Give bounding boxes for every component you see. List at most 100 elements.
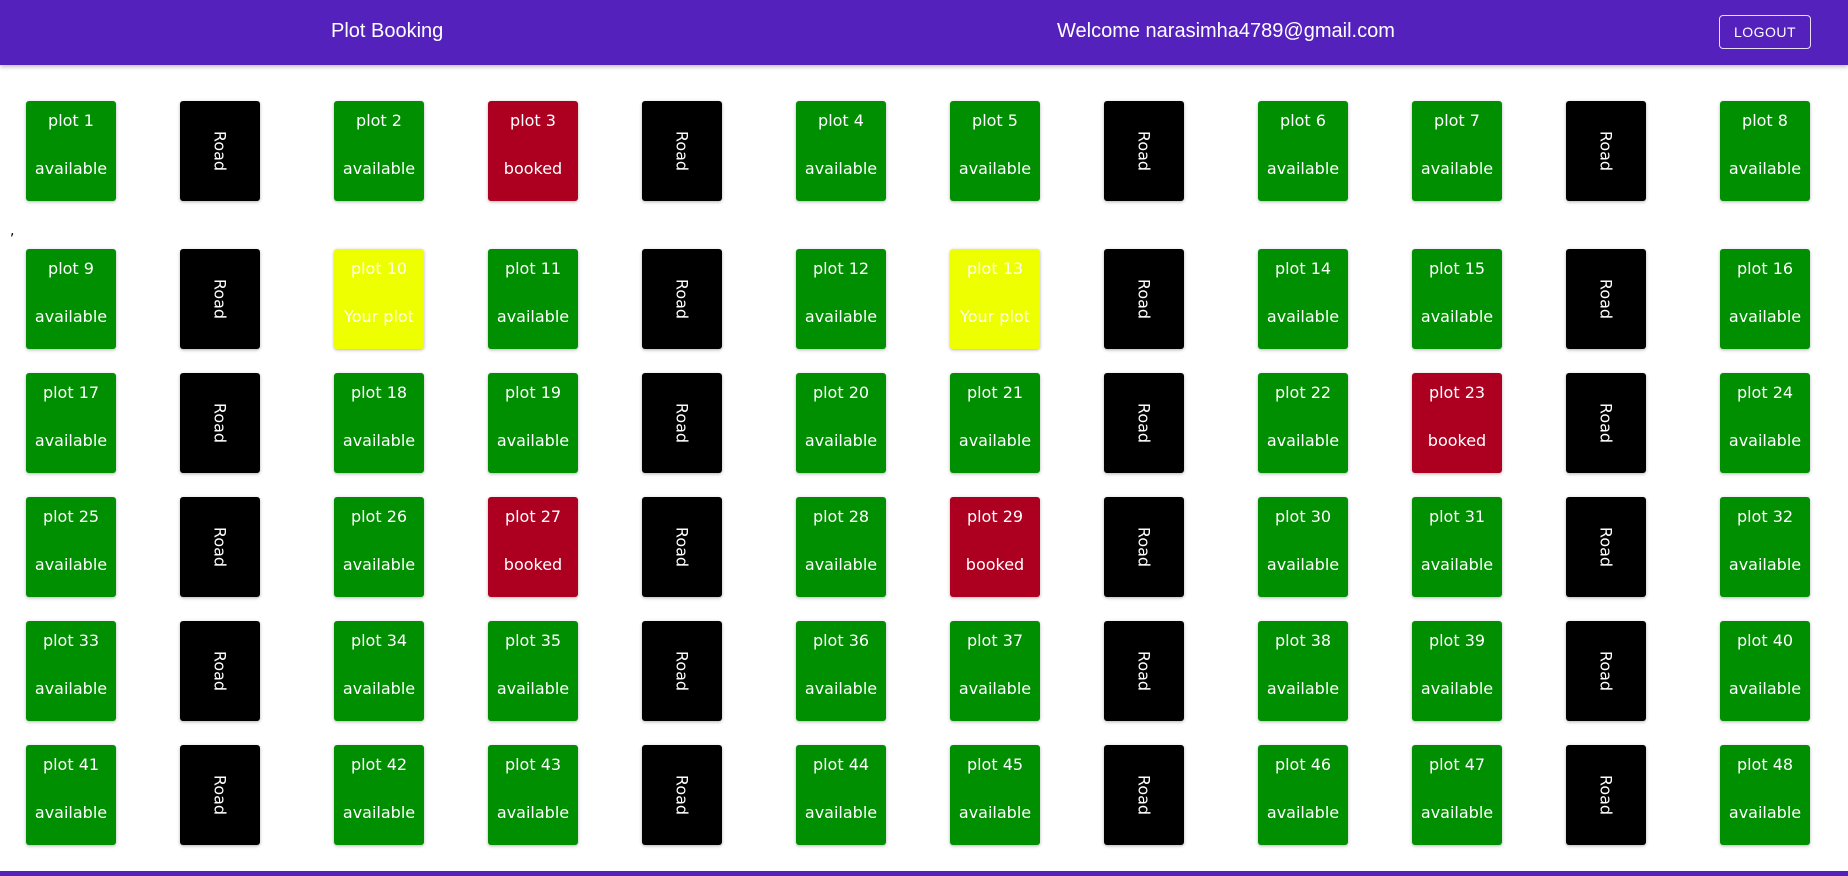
plot-card[interactable]: plot 48 available	[1720, 745, 1810, 845]
plot-name: plot 28	[812, 507, 870, 526]
road-label: Road	[672, 278, 692, 320]
plot-status: available	[496, 679, 570, 698]
plot-name: plot 31	[1428, 507, 1486, 526]
plot-status: booked	[965, 555, 1025, 574]
plot-name: plot 7	[1434, 111, 1480, 130]
plot-card[interactable]: plot 39 available	[1412, 621, 1502, 721]
plot-card[interactable]: plot 43 available	[488, 745, 578, 845]
plot-card[interactable]: plot 26 available	[334, 497, 424, 597]
plot-card[interactable]: plot 13 Your plot	[950, 249, 1040, 349]
plot-card[interactable]: plot 6 available	[1258, 101, 1348, 201]
plot-card[interactable]: plot 14 available	[1258, 249, 1348, 349]
plot-status: available	[1728, 679, 1802, 698]
plot-card[interactable]: plot 18 available	[334, 373, 424, 473]
road-strip: Road	[1104, 497, 1184, 597]
plot-status: available	[496, 431, 570, 450]
road-label: Road	[1596, 130, 1616, 172]
plot-card[interactable]: plot 10 Your plot	[334, 249, 424, 349]
road-strip: Road	[642, 497, 722, 597]
plot-card[interactable]: plot 1 available	[26, 101, 116, 201]
plot-name: plot 14	[1274, 259, 1332, 278]
plot-card[interactable]: plot 35 available	[488, 621, 578, 721]
plot-status: available	[342, 431, 416, 450]
road-strip: Road	[1104, 101, 1184, 201]
plot-card[interactable]: plot 44 available	[796, 745, 886, 845]
plot-status: available	[804, 159, 878, 178]
plot-card[interactable]: plot 4 available	[796, 101, 886, 201]
plot-name: plot 42	[350, 755, 408, 774]
plot-card[interactable]: plot 31 available	[1412, 497, 1502, 597]
plot-card[interactable]: plot 17 available	[26, 373, 116, 473]
road-strip: Road	[180, 373, 260, 473]
road-strip: Road	[1566, 745, 1646, 845]
plot-card[interactable]: plot 32 available	[1720, 497, 1810, 597]
plot-card[interactable]: plot 7 available	[1412, 101, 1502, 201]
plot-card[interactable]: plot 9 available	[26, 249, 116, 349]
plot-card[interactable]: plot 42 available	[334, 745, 424, 845]
plot-card[interactable]: plot 8 available	[1720, 101, 1810, 201]
plot-name: plot 37	[966, 631, 1024, 650]
plot-name: plot 48	[1736, 755, 1794, 774]
plot-card[interactable]: plot 41 available	[26, 745, 116, 845]
road-label: Road	[210, 402, 230, 444]
plot-status: available	[1266, 159, 1340, 178]
plot-card[interactable]: plot 19 available	[488, 373, 578, 473]
plot-card[interactable]: plot 36 available	[796, 621, 886, 721]
plot-card[interactable]: plot 11 available	[488, 249, 578, 349]
plot-name: plot 45	[966, 755, 1024, 774]
road-strip: Road	[180, 249, 260, 349]
plot-name: plot 29	[966, 507, 1024, 526]
plot-status: available	[1266, 803, 1340, 822]
plot-card[interactable]: plot 2 available	[334, 101, 424, 201]
plot-card[interactable]: plot 21 available	[950, 373, 1040, 473]
plot-card[interactable]: plot 40 available	[1720, 621, 1810, 721]
plot-status: available	[958, 159, 1032, 178]
plot-card[interactable]: plot 20 available	[796, 373, 886, 473]
plot-card[interactable]: plot 47 available	[1412, 745, 1502, 845]
plot-card[interactable]: plot 23 booked	[1412, 373, 1502, 473]
plot-card[interactable]: plot 5 available	[950, 101, 1040, 201]
plot-name: plot 38	[1274, 631, 1332, 650]
plot-card[interactable]: plot 33 available	[26, 621, 116, 721]
plot-status: available	[342, 679, 416, 698]
plot-card[interactable]: plot 34 available	[334, 621, 424, 721]
plot-name: plot 2	[356, 111, 402, 130]
plot-status: booked	[503, 555, 563, 574]
plot-name: plot 9	[48, 259, 94, 278]
plot-name: plot 25	[42, 507, 100, 526]
plot-card[interactable]: plot 29 booked	[950, 497, 1040, 597]
plot-card[interactable]: plot 12 available	[796, 249, 886, 349]
plot-status: available	[34, 555, 108, 574]
road-label: Road	[210, 130, 230, 172]
plot-card[interactable]: plot 15 available	[1412, 249, 1502, 349]
plot-name: plot 30	[1274, 507, 1332, 526]
road-strip: Road	[1104, 745, 1184, 845]
plot-name: plot 43	[504, 755, 562, 774]
plot-card[interactable]: plot 27 booked	[488, 497, 578, 597]
plot-name: plot 33	[42, 631, 100, 650]
road-strip: Road	[642, 249, 722, 349]
plot-card[interactable]: plot 3 booked	[488, 101, 578, 201]
plot-card[interactable]: plot 45 available	[950, 745, 1040, 845]
plot-name: plot 15	[1428, 259, 1486, 278]
plot-card[interactable]: plot 38 available	[1258, 621, 1348, 721]
plot-card[interactable]: plot 16 available	[1720, 249, 1810, 349]
plot-name: plot 3	[510, 111, 556, 130]
plot-card[interactable]: plot 30 available	[1258, 497, 1348, 597]
plot-status: Your plot	[344, 307, 414, 326]
plot-card[interactable]: plot 22 available	[1258, 373, 1348, 473]
plot-status: available	[34, 803, 108, 822]
plot-status: available	[804, 307, 878, 326]
plot-card[interactable]: plot 37 available	[950, 621, 1040, 721]
plot-card[interactable]: plot 46 available	[1258, 745, 1348, 845]
road-label: Road	[1596, 526, 1616, 568]
road-label: Road	[1134, 402, 1154, 444]
plot-status: available	[804, 555, 878, 574]
road-strip: Road	[1104, 373, 1184, 473]
road-strip: Road	[180, 101, 260, 201]
plot-card[interactable]: plot 25 available	[26, 497, 116, 597]
plot-status: available	[958, 679, 1032, 698]
plot-name: plot 16	[1736, 259, 1794, 278]
plot-card[interactable]: plot 24 available	[1720, 373, 1810, 473]
plot-card[interactable]: plot 28 available	[796, 497, 886, 597]
